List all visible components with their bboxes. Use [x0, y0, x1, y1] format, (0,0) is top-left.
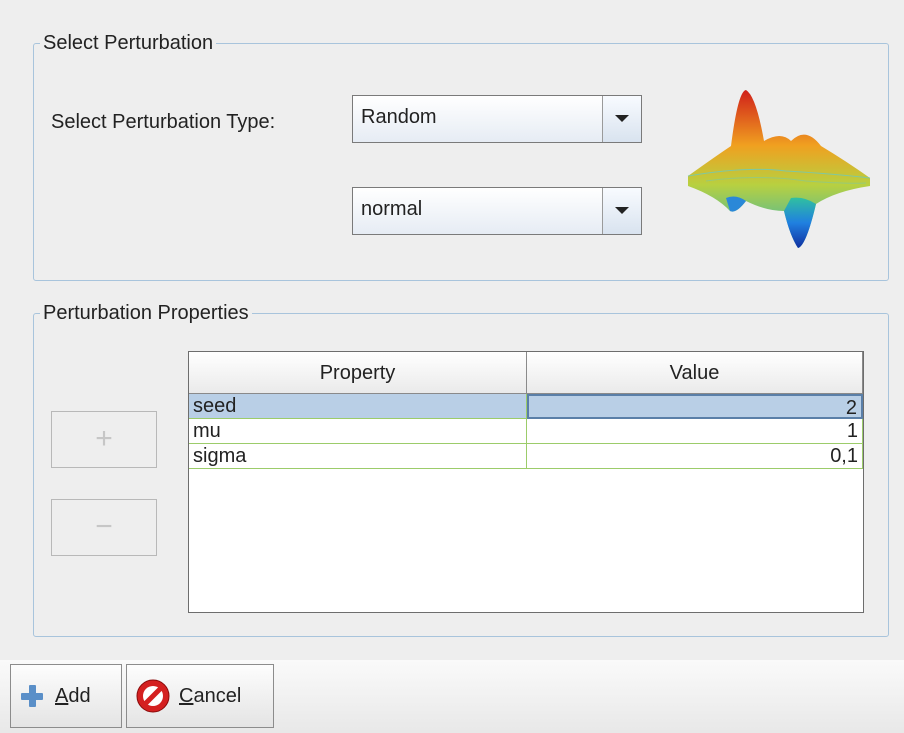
table-cell-value[interactable]: 1 — [527, 419, 863, 444]
perturbation-properties-title: Perturbation Properties — [40, 301, 252, 325]
table-cell-value[interactable]: 2 — [527, 394, 863, 419]
perturbation-type-label: Select Perturbation Type: — [51, 111, 276, 133]
column-header-property[interactable]: Property — [189, 352, 527, 394]
table-cell-value[interactable]: 0,1 — [527, 444, 863, 469]
distribution-value: normal — [361, 198, 423, 220]
perturbation-type-dropdown[interactable]: Random — [352, 95, 642, 143]
distribution-dropdown[interactable]: normal — [352, 187, 642, 235]
plus-icon — [21, 685, 43, 707]
remove-property-button[interactable]: − — [51, 499, 157, 556]
add-button-label: Add — [55, 684, 91, 707]
dropdown-arrow-button[interactable] — [602, 96, 641, 142]
table-cell-property[interactable]: mu — [189, 419, 527, 444]
dropdown-arrow-button[interactable] — [602, 188, 641, 234]
perturbation-type-value: Random — [361, 106, 437, 128]
cancel-icon — [136, 679, 170, 713]
chevron-down-icon — [615, 115, 629, 122]
add-property-button[interactable]: + — [51, 411, 157, 468]
chevron-down-icon — [615, 207, 629, 214]
table-cell-property[interactable]: seed — [189, 394, 527, 419]
add-button[interactable]: Add — [10, 664, 122, 728]
cancel-button[interactable]: Cancel — [126, 664, 274, 728]
column-header-value[interactable]: Value — [527, 352, 863, 394]
surface-plot-icon — [687, 90, 871, 248]
properties-table[interactable]: Property Value seed 2 mu 1 sigma 0,1 — [188, 351, 864, 613]
select-perturbation-title: Select Perturbation — [40, 31, 217, 55]
cancel-button-label: Cancel — [179, 684, 242, 707]
table-cell-property[interactable]: sigma — [189, 444, 527, 469]
